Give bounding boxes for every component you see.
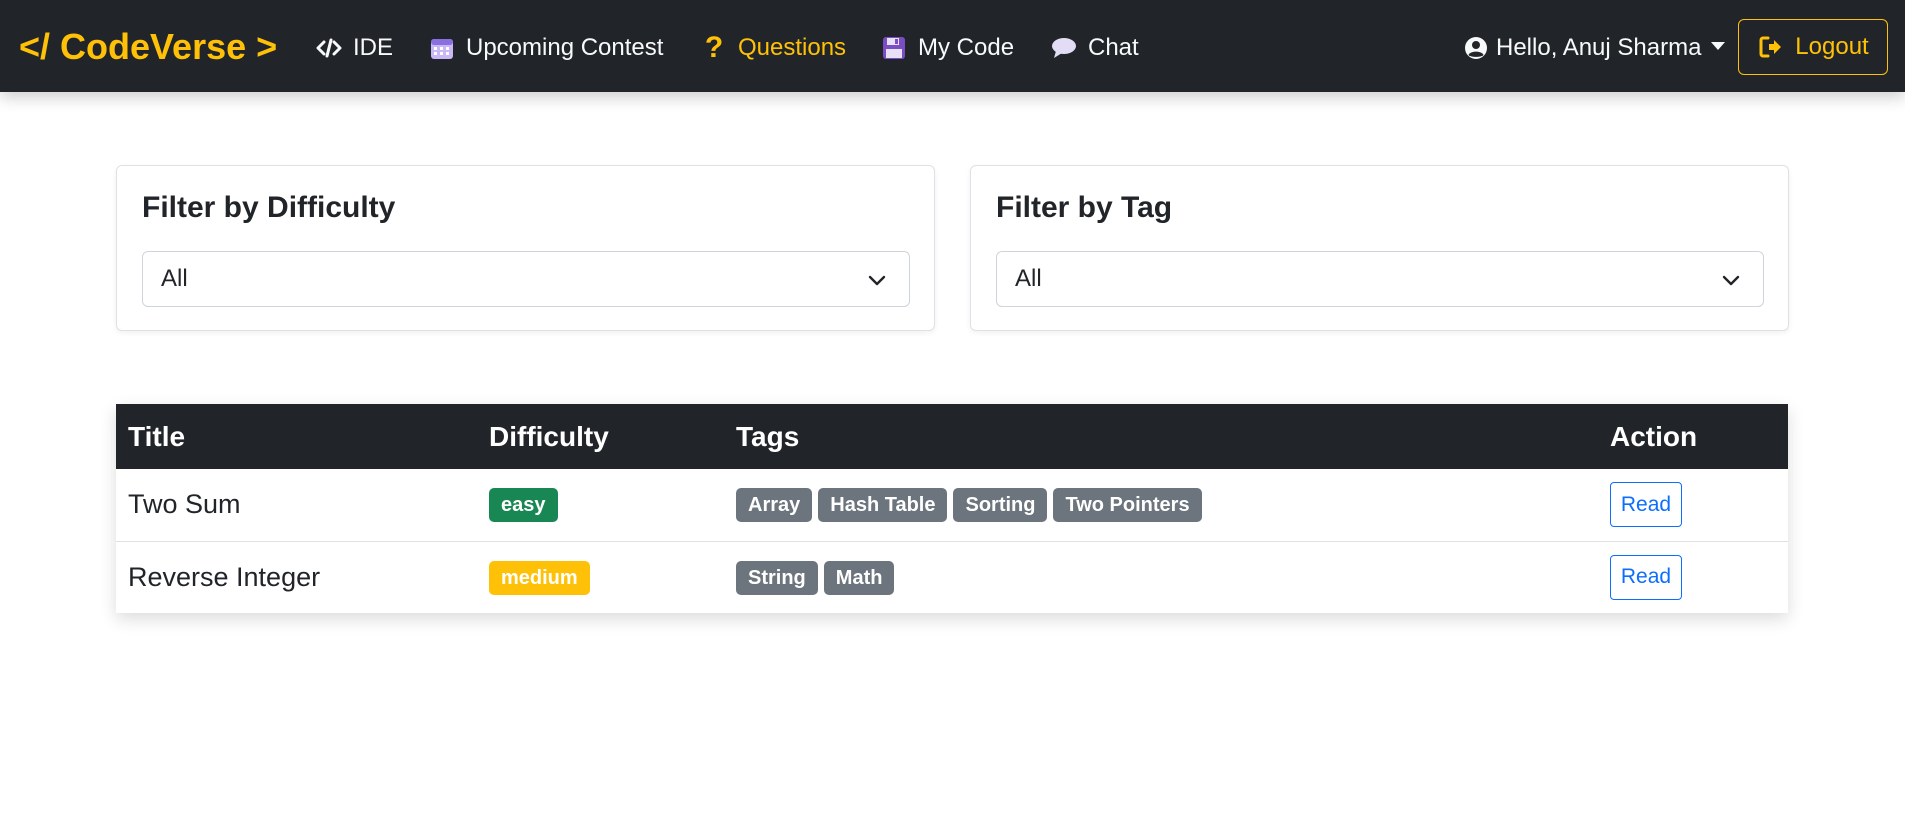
difficulty-badge: easy [489,488,558,523]
questions-table: Title Difficulty Tags Action Two Sum eas… [116,404,1788,613]
logout-label: Logout [1795,33,1869,60]
chevron-down-icon [1711,42,1726,50]
nav-link-chat[interactable]: Chat [1050,30,1139,66]
chat-bubble-icon [1050,34,1078,62]
table-header-row: Title Difficulty Tags Action [116,404,1788,469]
difficulty-select[interactable]: All [142,251,910,307]
difficulty-filter-card: Filter by Difficulty All [116,165,935,331]
header-difficulty: Difficulty [489,420,609,452]
table-row: Reverse Integer medium String Math Read [116,541,1788,613]
header-tags: Tags [736,420,800,452]
floppy-disk-icon [880,34,908,62]
question-title[interactable]: Two Sum [116,469,477,541]
tag-badge: Two Pointers [1053,488,1202,523]
tag-filter-card: Filter by Tag All [970,165,1789,331]
nav-label-my-code: My Code [918,34,1015,61]
question-title[interactable]: Reverse Integer [116,541,477,613]
nav-link-ide[interactable]: IDE [315,30,393,66]
table-row: Two Sum easy Array Hash Table Sorting Two P… [116,469,1788,541]
tag-badge: String [736,560,818,595]
header-title: Title [128,420,186,452]
nav-label-questions: Questions [738,34,847,61]
top-navbar: </ CodeVerse > IDE Upcoming Contest ? Qu… [0,0,1905,92]
tag-badge: Math [823,560,895,595]
user-dropdown[interactable]: Hello, Anuj Sharma [1462,30,1726,66]
user-circle-icon [1462,34,1490,62]
nav-link-upcoming-contest[interactable]: Upcoming Contest [428,30,663,66]
difficulty-filter-title: Filter by Difficulty [142,191,396,224]
nav-label-chat: Chat [1088,34,1139,61]
question-icon: ? [704,31,724,64]
nav-label-ide: IDE [353,34,394,61]
tag-select-value: All [1015,265,1042,292]
read-button[interactable]: Read [1610,554,1682,600]
tag-badge: Array [736,488,813,523]
header-action: Action [1610,420,1698,452]
logout-icon [1757,33,1785,61]
tag-badge: Sorting [953,488,1048,523]
nav-link-questions[interactable]: ? Questions [700,30,846,66]
tag-filter-title: Filter by Tag [996,191,1173,224]
logout-button[interactable]: Logout [1738,19,1888,75]
tag-badge: Hash Table [818,488,948,523]
nav-link-my-code[interactable]: My Code [880,30,1014,66]
tag-select[interactable]: All [996,251,1764,307]
difficulty-select-value: All [161,265,188,292]
nav-label-upcoming-contest: Upcoming Contest [466,34,664,61]
chevron-down-icon [868,275,886,286]
difficulty-badge: medium [489,560,590,595]
calendar-icon [428,34,456,62]
read-button[interactable]: Read [1610,482,1682,528]
brand-logo[interactable]: </ CodeVerse > [19,26,277,68]
code-icon [315,34,343,62]
user-greeting: Hello, Anuj Sharma [1496,34,1702,61]
chevron-down-icon [1722,275,1740,286]
